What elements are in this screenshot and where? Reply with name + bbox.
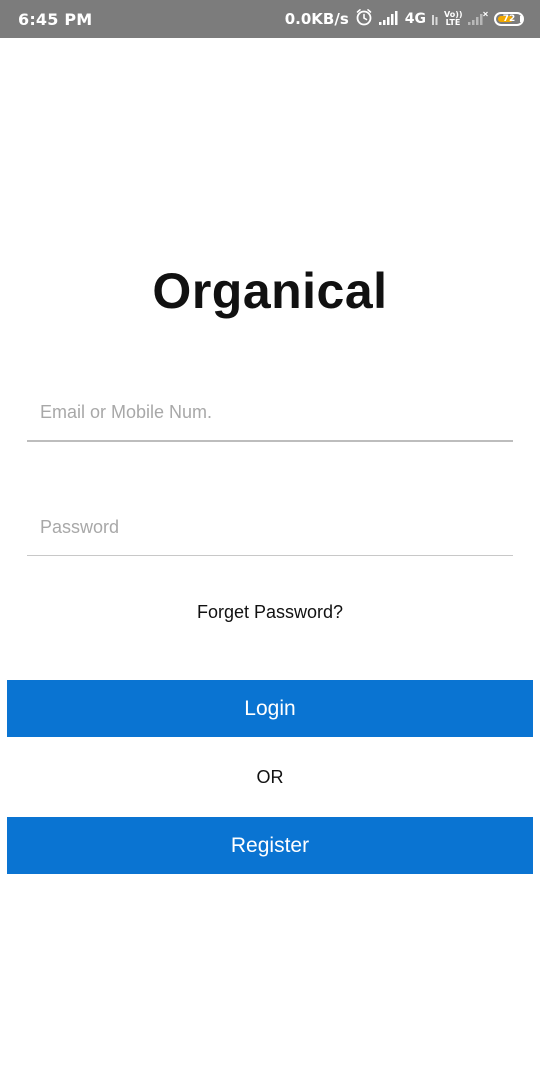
battery-icon: 72 (494, 12, 524, 26)
signal-weak-icon (468, 10, 488, 29)
email-underline (27, 440, 513, 442)
password-underline (27, 555, 513, 556)
volte-indicator: Vo)) LTE (444, 11, 463, 27)
email-input[interactable] (27, 392, 513, 432)
register-button[interactable]: Register (7, 817, 533, 874)
network-type: 4G (404, 11, 426, 27)
battery-body: 72 (494, 12, 524, 26)
alarm-icon (355, 8, 373, 30)
login-button[interactable]: Login (7, 680, 533, 737)
or-separator: OR (256, 767, 284, 787)
status-time: 6:45 PM (18, 9, 93, 29)
forget-password-link[interactable]: Forget Password? (0, 602, 540, 623)
email-field[interactable] (27, 392, 513, 442)
battery-level: 72 (502, 14, 516, 24)
signal-icon (378, 10, 399, 29)
volte-bottom-text: LTE (445, 18, 461, 27)
network-speed: 0.0KB/s (284, 10, 349, 28)
password-field[interactable] (27, 507, 513, 556)
password-input[interactable] (27, 507, 513, 547)
app-title: Organical (152, 263, 388, 319)
status-bar: 6:45 PM 0.0KB/s 4G Vo)) LTE 72 (0, 0, 540, 38)
data-arrows-icon (432, 10, 438, 29)
status-icons: 0.0KB/s 4G Vo)) LTE 72 (284, 8, 524, 30)
